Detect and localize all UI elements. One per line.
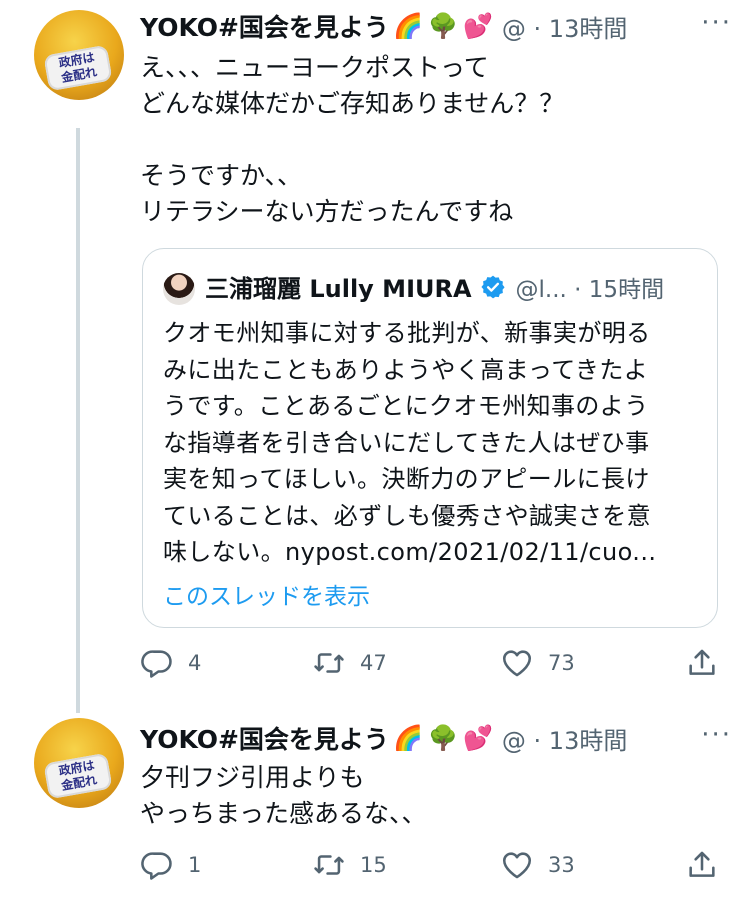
display-name[interactable]: YOKO#国会を見よう xyxy=(140,8,389,44)
reply-button[interactable]: 4 xyxy=(140,646,201,680)
tweet-line xyxy=(140,122,564,158)
heart-icon xyxy=(502,650,532,677)
tweet-line: どんな媒体だかご存知ありません？？ xyxy=(140,89,565,118)
thread-connector-line xyxy=(76,128,80,713)
reply-count: 1 xyxy=(188,853,202,877)
tweet-header: YOKO#国会を見よう 🌈 🌳 💕 @ · 13時間 xyxy=(140,6,627,46)
reply-count: 4 xyxy=(188,651,202,675)
tweet-line: リテラシーない方だったんですね xyxy=(140,197,514,226)
heart-icon xyxy=(502,852,532,879)
tweet-line: 夕刊フジ引用よりも xyxy=(140,763,365,792)
quoted-avatar xyxy=(163,273,195,305)
retweet-button[interactable]: 47 xyxy=(312,646,387,680)
retweet-icon xyxy=(314,653,344,673)
like-button[interactable]: 33 xyxy=(500,848,575,882)
rainbow-emoji: 🌈 xyxy=(392,724,423,752)
rainbow-emoji: 🌈 xyxy=(392,12,423,40)
retweet-button[interactable]: 15 xyxy=(312,848,387,882)
avatar-mask-image: 政府は 金配れ xyxy=(43,44,113,92)
tweet-line: そうですか、、 xyxy=(140,161,303,190)
quoted-line: 味しない。nypost.com/2021/02/11/cuo... xyxy=(163,538,657,566)
retweet-count: 47 xyxy=(360,651,387,675)
quoted-display-name: 三浦瑠麗 Lully MIURA xyxy=(205,275,472,303)
tweet[interactable]: 政府は 金配れ YOKO#国会を見よう 🌈 🌳 💕 @ · 13時間 ··· 夕… xyxy=(0,712,750,897)
tweet-line: え、、、ニューヨークポストって xyxy=(140,53,489,82)
tweet-line: やっちまった感あるな、、 xyxy=(140,799,427,828)
more-icon[interactable]: ··· xyxy=(701,8,732,38)
avatar[interactable]: 政府は 金配れ xyxy=(34,10,124,100)
retweet-icon xyxy=(314,855,344,875)
action-bar: 4 47 73 xyxy=(140,646,730,686)
retweet-count: 15 xyxy=(360,853,387,877)
like-count: 73 xyxy=(548,651,575,675)
quoted-line: クオモ州知事に対する批判が、新事実が明る xyxy=(163,319,651,347)
quoted-tweet[interactable]: 三浦瑠麗 Lully MIURA @l... · 15時間 クオモ州知事に対する… xyxy=(142,248,718,628)
like-button[interactable]: 73 xyxy=(500,646,575,680)
avatar[interactable]: 政府は 金配れ xyxy=(34,718,124,808)
hearts-emoji: 💕 xyxy=(462,12,493,40)
tweet-header: YOKO#国会を見よう 🌈 🌳 💕 @ · 13時間 xyxy=(140,718,627,758)
avatar-mask-image: 政府は 金配れ xyxy=(43,752,113,800)
reply-button[interactable]: 1 xyxy=(140,848,201,882)
tree-emoji: 🌳 xyxy=(427,12,458,40)
tweet-text: え、、、ニューヨークポストってどんな媒体だかご存知ありません？？ そうですか、、リ… xyxy=(140,50,564,230)
quoted-text: クオモ州知事に対する批判が、新事実が明る みに出たこともありようやく高まってきたよ… xyxy=(163,315,656,571)
quoted-line: ていることは、必ずしも優秀さや誠実さを意 xyxy=(163,501,651,530)
share-button[interactable] xyxy=(685,848,719,882)
tweet-text: 夕刊フジ引用よりもやっちまった感あるな、、 xyxy=(140,760,427,832)
show-thread-link[interactable]: このスレッドを表示 xyxy=(163,577,370,611)
quoted-line: 実を知ってほしい。決断力のアピールに長け xyxy=(163,465,650,493)
share-button[interactable] xyxy=(685,646,719,680)
share-icon xyxy=(689,851,715,877)
quoted-handle-timestamp: @l... · 15時間 xyxy=(515,276,665,303)
quoted-header: 三浦瑠麗 Lully MIURA @l... · 15時間 xyxy=(205,269,664,304)
like-count: 33 xyxy=(548,853,575,877)
tree-emoji: 🌳 xyxy=(427,724,458,752)
hearts-emoji: 💕 xyxy=(462,724,493,752)
reply-icon xyxy=(141,650,172,678)
tweet[interactable]: 政府は 金配れ YOKO#国会を見よう 🌈 🌳 💕 @ · 13時間 ··· え… xyxy=(0,0,750,713)
handle-timestamp[interactable]: @ · 13時間 xyxy=(502,721,627,756)
quoted-line: うです。ことあるごとにクオモ州知事のよう xyxy=(163,392,649,420)
more-icon[interactable]: ··· xyxy=(701,720,732,750)
quoted-line: な指導者を引き合いにだしてきた人はぜひ事 xyxy=(163,428,650,457)
reply-icon xyxy=(141,852,172,880)
display-name[interactable]: YOKO#国会を見よう xyxy=(140,720,389,756)
handle-timestamp[interactable]: @ · 13時間 xyxy=(502,9,627,44)
share-icon xyxy=(689,649,715,675)
quoted-line: みに出たこともありようやく高まってきたよ xyxy=(163,355,649,384)
verified-badge-icon xyxy=(480,275,505,298)
action-bar: 1 15 33 xyxy=(140,848,730,888)
